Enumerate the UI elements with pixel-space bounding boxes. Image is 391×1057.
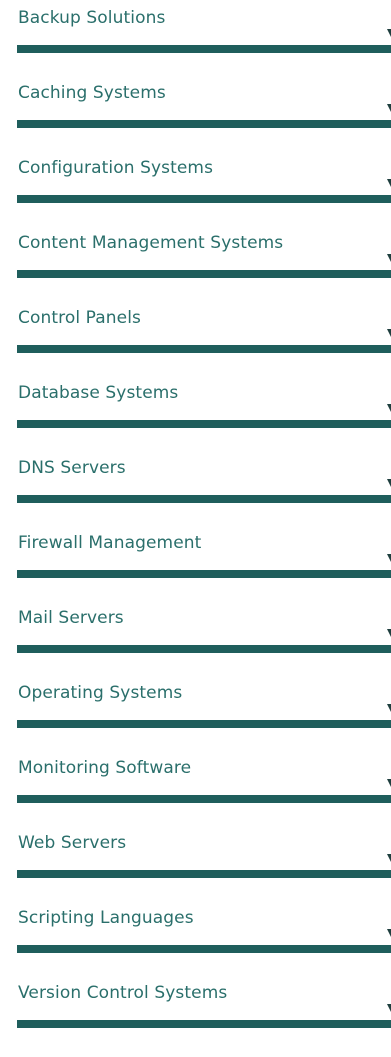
menu-item-label: Monitoring Software: [18, 758, 192, 778]
item-underline-bar: [17, 195, 391, 203]
chevron-down-icon[interactable]: [387, 104, 391, 112]
menu-item-label: Backup Solutions: [18, 8, 166, 28]
chevron-down-icon[interactable]: [387, 179, 391, 187]
chevron-down-icon[interactable]: [387, 779, 391, 787]
menu-item-control-panels[interactable]: Control Panels: [0, 300, 391, 375]
item-underline-bar: [17, 870, 391, 878]
menu-item-version-control-systems[interactable]: Version Control Systems: [0, 975, 391, 1050]
menu-item-label: Scripting Languages: [18, 908, 194, 928]
menu-item-label: Firewall Management: [18, 533, 202, 553]
item-underline-bar: [17, 570, 391, 578]
chevron-down-icon[interactable]: [387, 29, 391, 37]
menu-item-firewall-management[interactable]: Firewall Management: [0, 525, 391, 600]
menu-item-web-servers[interactable]: Web Servers: [0, 825, 391, 900]
chevron-down-icon[interactable]: [387, 329, 391, 337]
chevron-down-icon[interactable]: [387, 704, 391, 712]
item-underline-bar: [17, 270, 391, 278]
category-menu: Backup Solutions Caching Systems Configu…: [0, 0, 391, 1057]
menu-item-content-management-systems[interactable]: Content Management Systems: [0, 225, 391, 300]
menu-item-caching-systems[interactable]: Caching Systems: [0, 75, 391, 150]
menu-item-label: Database Systems: [18, 383, 179, 403]
chevron-down-icon[interactable]: [387, 479, 391, 487]
item-underline-bar: [17, 420, 391, 428]
item-underline-bar: [17, 795, 391, 803]
chevron-down-icon[interactable]: [387, 854, 391, 862]
menu-item-label: Caching Systems: [18, 83, 166, 103]
item-underline-bar: [17, 720, 391, 728]
item-underline-bar: [17, 120, 391, 128]
chevron-down-icon[interactable]: [387, 629, 391, 637]
chevron-down-icon[interactable]: [387, 554, 391, 562]
menu-item-mail-servers[interactable]: Mail Servers: [0, 600, 391, 675]
item-underline-bar: [17, 945, 391, 953]
chevron-down-icon[interactable]: [387, 1004, 391, 1012]
item-underline-bar: [17, 495, 391, 503]
menu-item-configuration-systems[interactable]: Configuration Systems: [0, 150, 391, 225]
chevron-down-icon[interactable]: [387, 254, 391, 262]
menu-item-label: Configuration Systems: [18, 158, 214, 178]
menu-item-label: Content Management Systems: [18, 233, 284, 253]
menu-item-label: Web Servers: [18, 833, 127, 853]
item-underline-bar: [17, 45, 391, 53]
menu-item-label: DNS Servers: [18, 458, 126, 478]
item-underline-bar: [17, 1020, 391, 1028]
menu-item-label: Operating Systems: [18, 683, 183, 703]
chevron-down-icon[interactable]: [387, 929, 391, 937]
menu-item-scripting-languages[interactable]: Scripting Languages: [0, 900, 391, 975]
menu-item-operating-systems[interactable]: Operating Systems: [0, 675, 391, 750]
menu-item-backup-solutions[interactable]: Backup Solutions: [0, 0, 391, 75]
item-underline-bar: [17, 345, 391, 353]
chevron-down-icon[interactable]: [387, 404, 391, 412]
menu-item-label: Mail Servers: [18, 608, 124, 628]
menu-item-dns-servers[interactable]: DNS Servers: [0, 450, 391, 525]
menu-item-monitoring-software[interactable]: Monitoring Software: [0, 750, 391, 825]
item-underline-bar: [17, 645, 391, 653]
menu-item-label: Control Panels: [18, 308, 141, 328]
menu-item-label: Version Control Systems: [18, 983, 228, 1003]
menu-item-database-systems[interactable]: Database Systems: [0, 375, 391, 450]
